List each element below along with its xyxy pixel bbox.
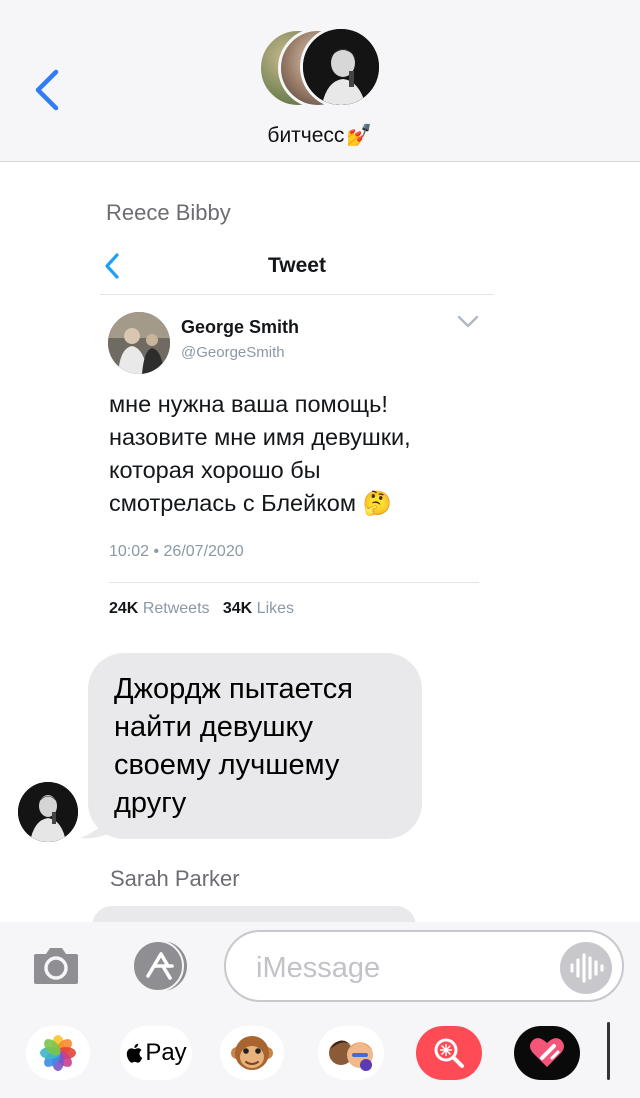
- camera-button[interactable]: [30, 940, 82, 992]
- tweet-author-name: George Smith: [181, 317, 300, 337]
- animoji-app-button[interactable]: [220, 1026, 284, 1080]
- tweet-author-avatar: [108, 312, 170, 374]
- tweet-heading: Tweet: [268, 254, 326, 277]
- memoji-icon: [329, 1040, 373, 1071]
- image-search-app-button[interactable]: [416, 1026, 482, 1080]
- retweets-count: 24K: [109, 600, 139, 617]
- chevron-left-icon: [35, 69, 59, 111]
- tweet-topbar: Tweet: [100, 244, 494, 295]
- heart-sticker-icon: [530, 1038, 564, 1067]
- photos-icon: [40, 1035, 76, 1071]
- group-title[interactable]: битчесс💅: [0, 124, 640, 148]
- waveform-icon: [570, 953, 604, 983]
- nail-polish-emoji: 💅: [346, 124, 373, 147]
- sender-avatar[interactable]: [18, 782, 78, 842]
- group-avatar-stack[interactable]: [258, 26, 382, 110]
- photos-app-button[interactable]: [26, 1026, 90, 1080]
- retweets-label: Retweets: [142, 600, 210, 617]
- tweet-timestamp: 10:02 • 26/07/2020: [109, 543, 244, 560]
- message-text-line: своему лучшему: [114, 749, 340, 781]
- app-store-icon: [132, 940, 187, 992]
- message-text-line: Джордж пытается: [114, 673, 353, 705]
- message-text: Джордж пытается найти девушку своему луч…: [114, 670, 414, 822]
- app-drawer: Pay: [0, 1020, 640, 1088]
- back-button[interactable]: [28, 64, 68, 116]
- tweet-text-line: которая хорошо бы: [109, 457, 321, 483]
- tweet-author-handle: @GeorgeSmith: [181, 344, 285, 361]
- apple-pay-button[interactable]: Pay: [120, 1026, 192, 1080]
- chevron-down-icon: [457, 315, 479, 328]
- sender-name: Reece Bibby: [106, 200, 231, 225]
- tweet-text-line: смотрелась с Блейком 🤔: [109, 490, 392, 516]
- sender-name: Sarah Parker: [110, 866, 240, 891]
- tweet-text: мне нужна ваша помощь! назовите мне имя …: [109, 388, 489, 520]
- apple-logo-icon: [127, 1043, 143, 1063]
- monkey-emoji-icon: [231, 1036, 273, 1070]
- tweet-stats: 24K Retweets 34K Likes: [109, 600, 294, 618]
- camera-icon: [34, 948, 78, 984]
- message-input[interactable]: [256, 946, 556, 990]
- message-text-line: найти девушку: [114, 711, 313, 743]
- tweet-divider: [109, 582, 479, 583]
- drawer-divider: [607, 1022, 610, 1080]
- apple-pay-label: Pay: [145, 1039, 187, 1066]
- audio-message-button[interactable]: [560, 942, 612, 994]
- tweet-text-line: мне нужна ваша помощь!: [109, 391, 388, 417]
- bubble-tail: [80, 806, 118, 839]
- tweet-text-line: назовите мне имя девушки,: [109, 424, 411, 450]
- digital-touch-app-button[interactable]: [514, 1026, 580, 1080]
- likes-count: 34K: [222, 600, 253, 617]
- group-title-text: битчесс: [267, 124, 345, 147]
- message-text-line: другу: [114, 787, 187, 819]
- conversation-header: битчесс💅: [0, 0, 640, 162]
- image-search-icon: [434, 1038, 464, 1068]
- likes-label: Likes: [256, 600, 295, 617]
- memoji-app-button[interactable]: [318, 1026, 384, 1080]
- app-store-button[interactable]: [126, 940, 192, 992]
- group-member-avatar: [300, 26, 382, 108]
- tweet-screenshot-image[interactable]: Tweet George Smith @GeorgeSmith мне нужн…: [100, 244, 494, 636]
